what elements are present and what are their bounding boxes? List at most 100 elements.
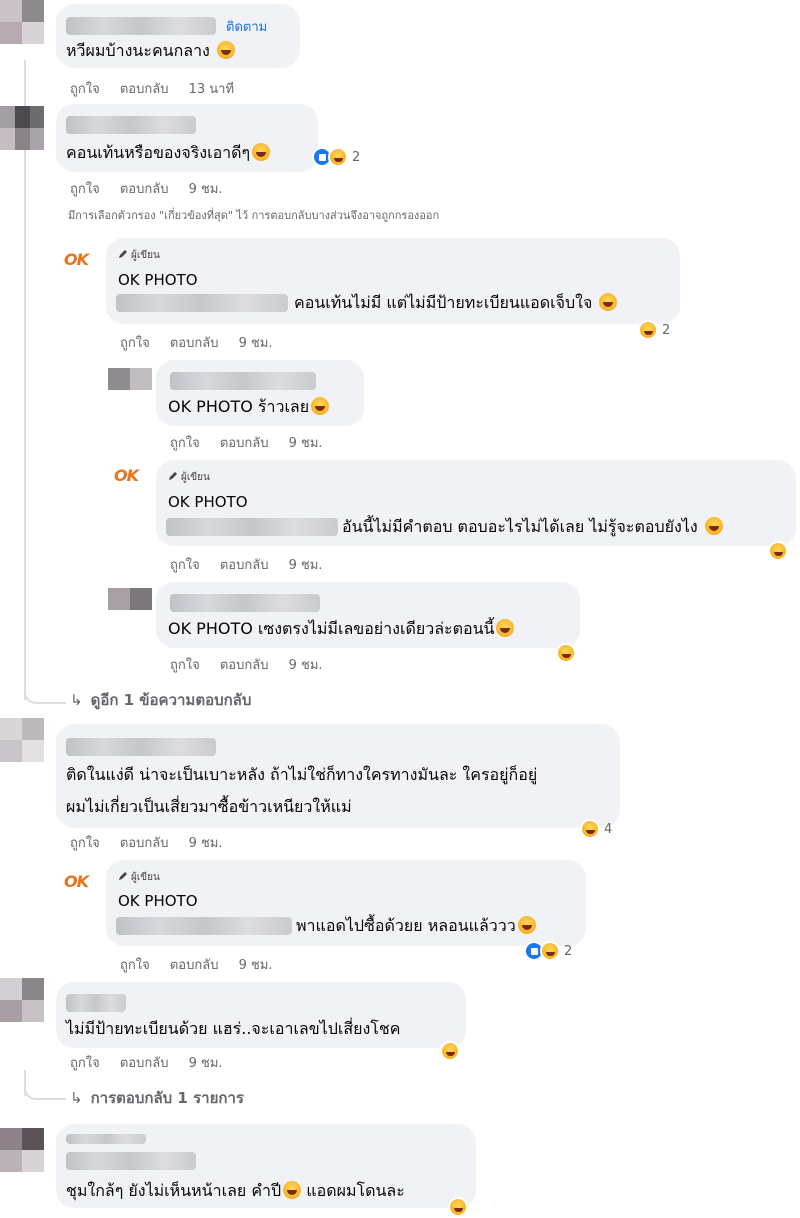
comment-actions: ถูกใจ ตอบกลับ 9 ชม.	[70, 178, 239, 199]
comment-text: ชุมใกล้ๆ ยังไม่เห็นหน้าเลย คำปี แอดผมโดน…	[66, 1180, 405, 1202]
reaction-count: 2	[352, 149, 361, 165]
commenter-name[interactable]	[66, 116, 196, 134]
reply-text: OK PHOTO ร้าวเลย	[168, 396, 330, 418]
avatar[interactable]	[108, 588, 152, 610]
commenter-name[interactable]	[66, 1134, 146, 1144]
like-link[interactable]: ถูกใจ	[70, 82, 100, 97]
like-link[interactable]: ถูกใจ	[120, 958, 150, 973]
like-link[interactable]: ถูกใจ	[170, 436, 200, 451]
reaction-summary[interactable]	[440, 1040, 460, 1062]
reaction-summary[interactable]	[448, 1196, 468, 1218]
reply-text-content: OK PHOTO เซงตรงไม่มีเลขอย่างเดียวล่ะตอนน…	[168, 619, 495, 638]
reply-text-content: พาแอดไปซื้อด้วยย หลอนแล้ววว	[296, 916, 516, 935]
reaction-summary[interactable]: 2	[312, 146, 360, 168]
haha-emoji-icon	[704, 517, 723, 535]
comment-text-content: ชุมใกล้ๆ ยังไม่เห็นหน้าเลย คำปี	[66, 1181, 282, 1200]
timestamp[interactable]: 13 นาที	[189, 82, 234, 97]
timestamp[interactable]: 9 ชม.	[289, 658, 323, 673]
comment-text: คอนเท้นหรือของจริงเอาดีๆ	[66, 142, 271, 164]
pencil-icon	[119, 872, 127, 880]
haha-icon	[768, 541, 788, 561]
reply-link[interactable]: ตอบกลับ	[120, 82, 169, 97]
follow-link[interactable]: ติดตาม	[226, 16, 267, 37]
like-link[interactable]: ถูกใจ	[70, 182, 100, 197]
reply-link[interactable]: ตอบกลับ	[220, 658, 269, 673]
reply-text-content: OK PHOTO ร้าวเลย	[168, 397, 310, 416]
avatar[interactable]	[0, 718, 44, 762]
haha-icon	[580, 819, 600, 839]
haha-icon	[440, 1041, 460, 1061]
reaction-summary[interactable]: 2	[638, 319, 670, 341]
comment-text-content-2: แอดผมโดนละ	[306, 1181, 405, 1200]
view-replies[interactable]: ↳ การตอบกลับ 1 รายการ	[70, 1086, 244, 1110]
ok-photo-logo[interactable]: OK	[64, 872, 94, 892]
reply-link[interactable]: ตอบกลับ	[120, 182, 169, 197]
reaction-summary[interactable]: 2	[524, 940, 572, 962]
haha-emoji-icon	[599, 293, 618, 311]
comment-text-content: คอนเท้นหรือของจริงเอาดีๆ	[66, 143, 251, 162]
thread-curve	[24, 1086, 66, 1100]
avatar[interactable]	[108, 368, 152, 390]
ok-photo-logo[interactable]: OK	[114, 466, 144, 486]
timestamp[interactable]: 9 ชม.	[239, 336, 273, 351]
reply-link[interactable]: ตอบกลับ	[120, 836, 169, 851]
like-link[interactable]: ถูกใจ	[170, 658, 200, 673]
reply-link[interactable]: ตอบกลับ	[170, 336, 219, 351]
avatar[interactable]	[0, 978, 44, 1022]
reply-text: อันนี้ไม่มีคำตอบ ตอบอะไรไม่ได้เลย ไม่รู้…	[342, 516, 723, 538]
commenter-name[interactable]	[170, 372, 316, 390]
timestamp[interactable]: 9 ชม.	[189, 836, 223, 851]
reaction-summary[interactable]	[768, 540, 788, 562]
pencil-icon	[169, 472, 177, 480]
haha-icon	[540, 941, 560, 961]
tagged-name[interactable]	[116, 294, 288, 312]
commenter-name[interactable]	[66, 17, 216, 35]
haha-emoji-icon	[283, 1181, 302, 1199]
author-badge-label: ผู้เขียน	[131, 250, 160, 261]
ok-photo-logo[interactable]: OK	[64, 250, 94, 270]
reply-link[interactable]: ตอบกลับ	[220, 436, 269, 451]
like-link[interactable]: ถูกใจ	[120, 336, 150, 351]
view-more-replies[interactable]: ↳ ดูอีก 1 ข้อความตอบกลับ	[70, 688, 251, 712]
avatar[interactable]	[0, 0, 44, 44]
comment-text-content: หวีผมบ้างนะคนกลาง	[66, 41, 210, 60]
commenter-name[interactable]	[66, 738, 216, 756]
author-badge-label: ผู้เขียน	[131, 872, 160, 883]
reaction-summary[interactable]	[556, 642, 576, 664]
thread-line	[24, 60, 26, 700]
like-link[interactable]: ถูกใจ	[70, 836, 100, 851]
comment-text: หวีผมบ้างนะคนกลาง	[66, 40, 235, 62]
timestamp[interactable]: 9 ชม.	[189, 1056, 223, 1071]
haha-emoji-icon	[311, 397, 330, 415]
reply-link[interactable]: ตอบกลับ	[170, 958, 219, 973]
reply-actions: ถูกใจ ตอบกลับ 9 ชม.	[170, 554, 339, 575]
reply-actions: ถูกใจ ตอบกลับ 9 ชม.	[120, 332, 289, 353]
reply-arrow-icon: ↳	[70, 691, 83, 709]
reaction-summary[interactable]: 4	[580, 818, 612, 840]
reply-text-content: คอนเท้นไม่มี แต่ไม่มีป้ายทะเบียนแอดเจ็บใ…	[294, 293, 593, 312]
timestamp[interactable]: 9 ชม.	[189, 182, 223, 197]
like-link[interactable]: ถูกใจ	[70, 1056, 100, 1071]
commenter-name[interactable]	[170, 594, 320, 612]
commenter-name[interactable]	[66, 994, 126, 1012]
haha-emoji-icon	[517, 916, 536, 934]
page-name[interactable]: OK PHOTO	[168, 492, 248, 512]
like-link[interactable]: ถูกใจ	[170, 558, 200, 573]
reply-text: พาแอดไปซื้อด้วยย หลอนแล้ววว	[296, 915, 536, 937]
avatar[interactable]	[0, 1128, 44, 1172]
timestamp[interactable]: 9 ชม.	[239, 958, 273, 973]
reply-link[interactable]: ตอบกลับ	[120, 1056, 169, 1071]
avatar[interactable]	[0, 106, 44, 150]
timestamp[interactable]: 9 ชม.	[289, 558, 323, 573]
page-name[interactable]: OK PHOTO	[118, 891, 198, 911]
haha-emoji-icon	[496, 619, 515, 637]
timestamp[interactable]: 9 ชม.	[289, 436, 323, 451]
tagged-name[interactable]	[116, 917, 292, 935]
view-replies-label: การตอบกลับ 1 รายการ	[90, 1089, 244, 1107]
reply-link[interactable]: ตอบกลับ	[220, 558, 269, 573]
page-name[interactable]: OK PHOTO	[118, 270, 198, 290]
tagged-name[interactable]	[166, 518, 338, 536]
haha-icon	[556, 643, 576, 663]
author-badge: ผู้เขียน	[118, 248, 160, 263]
commenter-name[interactable]	[66, 1152, 196, 1170]
